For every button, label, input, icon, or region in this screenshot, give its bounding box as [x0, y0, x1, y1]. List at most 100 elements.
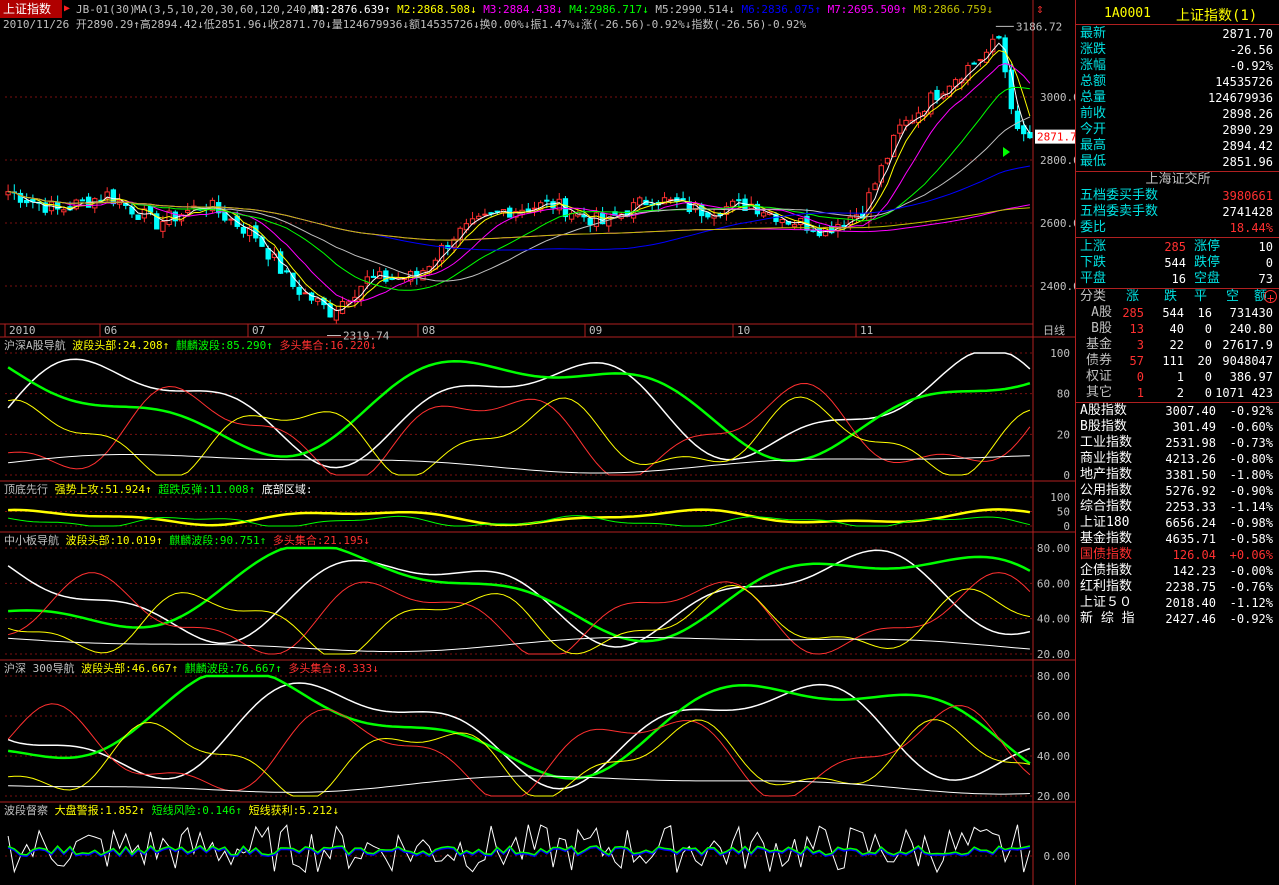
indicator-axis-label: 20.00 [1037, 648, 1070, 661]
candle-body [934, 89, 940, 101]
candle-body [61, 209, 67, 213]
index-change: -1.80% [1229, 468, 1273, 482]
index-change: -1.12% [1229, 596, 1273, 610]
x-axis-label: 10 [737, 324, 750, 337]
candle-body [110, 189, 117, 205]
candle-body [878, 165, 884, 183]
side-divider [1076, 237, 1279, 238]
candle-body [1027, 132, 1033, 139]
table-flat: 16 [1197, 306, 1212, 320]
candle-body [438, 244, 445, 262]
candle-body [637, 197, 643, 206]
candle-body [370, 275, 377, 278]
side-code: 1A0001 [1104, 6, 1151, 21]
index-name[interactable]: 公用指数 [1080, 483, 1132, 499]
breadth-label: 下跌 [1080, 255, 1107, 270]
quote-panel: 1A0001 上证指数(1) 最新 2871.70 涨跌 -26.56 涨幅 -0.92% 总额… [1075, 0, 1279, 885]
candlesticks [5, 34, 1033, 324]
expand-icon[interactable]: + [1264, 290, 1277, 305]
head-line [8, 396, 1031, 476]
order-label: 五档委买手数 [1080, 188, 1159, 203]
table-down: 111 [1162, 354, 1184, 368]
index-value: 126.04 [1172, 548, 1216, 562]
index-name[interactable]: 基金指数 [1080, 531, 1132, 547]
candle-body [333, 309, 339, 321]
play-arrow-icon[interactable]: ▶ [64, 3, 70, 14]
indicator-axis-label: 100 [1050, 491, 1070, 504]
candle-body [240, 226, 247, 234]
index-name[interactable]: 综合指数 [1080, 499, 1132, 515]
order-label: 委比 [1080, 220, 1107, 235]
index-change: -0.76% [1229, 580, 1273, 594]
index-value: 3007.40 [1165, 404, 1216, 418]
index-change: -0.00% [1229, 564, 1273, 578]
candle-body [457, 227, 463, 240]
indicator-title: 中小板导航 波段头部:10.019↑ 麒麟波段:90.751↑ 多头集合:21.… [4, 533, 370, 547]
breadth-value: 285 [1164, 240, 1186, 254]
x-axis-label: 06 [104, 324, 117, 337]
candle-body [185, 209, 191, 213]
breadth-value: 73 [1258, 272, 1273, 286]
index-name[interactable]: 国债指数 [1080, 547, 1132, 563]
quote-label: 最高 [1080, 138, 1107, 153]
candle-body [977, 59, 984, 62]
index-name[interactable]: 上证５０ [1080, 595, 1132, 611]
index-name[interactable]: 工业指数 [1080, 435, 1132, 451]
table-category: B股 [1091, 321, 1112, 336]
table-down: 544 [1162, 306, 1184, 320]
indicator-title: 沪深A股导航 波段头部:24.208↑ 麒麟波段:85.290↑ 多头集合:16… [4, 338, 376, 352]
index-value: 4213.26 [1165, 452, 1216, 466]
index-name[interactable]: 上证180 [1080, 515, 1129, 531]
indicator-axis-label: 80 [1057, 388, 1070, 401]
indicator-axis-label: 0 [1063, 520, 1070, 533]
candle-body [284, 270, 290, 273]
candle-body [779, 218, 785, 223]
table-header: 空 [1226, 289, 1240, 304]
table-flat: 0 [1204, 338, 1212, 352]
bull-set-line [7, 572, 1031, 655]
indicator-axis-label: 40.00 [1037, 750, 1070, 763]
table-down: 22 [1169, 338, 1184, 352]
ma-line-10 [8, 62, 1031, 303]
table-up: 0 [1136, 370, 1144, 384]
price-tag: 2871.7 [1037, 131, 1075, 144]
scroll-up-icon[interactable]: ⇕ [1036, 2, 1044, 17]
candle-body [791, 224, 798, 228]
index-name[interactable]: 红利指数 [1080, 579, 1132, 595]
price-axis-label: 2800.0 [1040, 154, 1075, 167]
table-header: 平 [1194, 289, 1208, 304]
index-change: -0.80% [1229, 452, 1273, 466]
table-amount: 9048047 [1222, 354, 1273, 368]
index-name[interactable]: 新 综 指 [1080, 611, 1135, 627]
bar-info: 2010/11/26 开2890.29↑高2894.42↓低2851.96↓收2… [3, 18, 807, 31]
index-value: 2427.46 [1165, 612, 1216, 626]
table-amount: 731430 [1229, 306, 1273, 320]
index-name[interactable]: 商业指数 [1080, 451, 1132, 467]
indicator-axis-label: 20 [1057, 428, 1070, 441]
ma-value-6: M6:2836.075↑ [741, 3, 828, 16]
base-line [8, 636, 1030, 653]
formula-name[interactable]: JB-01(30) [76, 3, 136, 17]
cursor-arrow-icon [1003, 147, 1010, 157]
breadth-label: 空盘 [1194, 271, 1221, 286]
candle-body [296, 286, 302, 295]
bull-set-line [7, 703, 1031, 797]
index-name[interactable]: B股指数 [1080, 419, 1127, 435]
table-category: 其它 [1085, 385, 1112, 400]
index-name[interactable]: 地产指数 [1080, 467, 1132, 483]
indicator-panel-4: 沪深 300导航 波段头部:46.667↑ 麒麟波段:76.667↑ 多头集合:… [4, 661, 1033, 797]
index-name[interactable]: A股指数 [1080, 403, 1127, 419]
breadth-label: 平盘 [1080, 271, 1107, 286]
indicator-panel-5: 波段督察 大盘警报:1.852↑ 短线风险:0.146↑ 短线获利:5.212↓ [4, 803, 1033, 874]
order-value: 18.44% [1229, 221, 1273, 235]
candle-body [903, 119, 909, 126]
candle-body [315, 298, 321, 302]
quote-value: 2871.70 [1222, 27, 1273, 41]
candle-body [265, 248, 271, 260]
table-category: A股 [1091, 305, 1112, 320]
index-value: 2531.98 [1165, 436, 1216, 450]
chart-area[interactable]: 3000.02800.02600.02400.03186.722319.7428… [0, 0, 1075, 885]
index-name[interactable]: 企债指数 [1080, 563, 1132, 579]
indicator-axis-label: 80.00 [1037, 542, 1070, 555]
order-value: 2741428 [1222, 205, 1273, 219]
